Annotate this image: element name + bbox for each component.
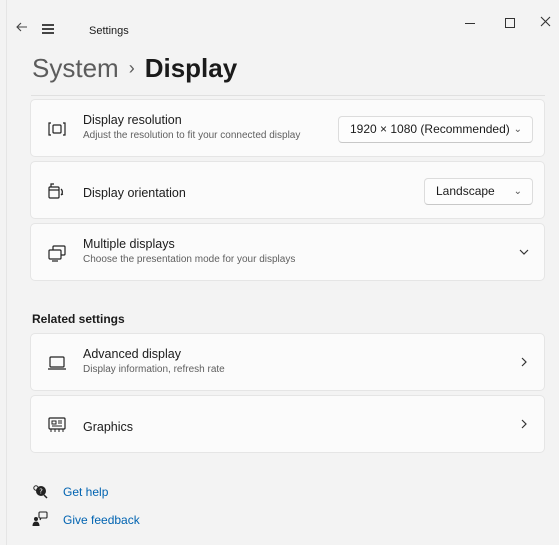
graphics-icon [47, 415, 67, 435]
multiple-displays-title: Multiple displays [83, 237, 175, 251]
minimize-icon[interactable] [455, 8, 485, 38]
chevron-down-icon: ⌄ [513, 186, 522, 197]
settings-window: Settings System › Display Display resoluti… [6, 0, 559, 545]
orientation-title: Display orientation [83, 186, 186, 200]
multiple-displays-subtitle: Choose the presentation mode for your di… [83, 254, 296, 265]
divider [31, 95, 545, 96]
advanced-display-text: Advanced display Display information, re… [83, 347, 225, 375]
chevron-down-icon[interactable] [518, 245, 530, 261]
resolution-text: Display resolution Adjust the resolution… [83, 113, 300, 141]
maximize-icon[interactable] [495, 8, 525, 38]
card-display-resolution: Display resolution Adjust the resolution… [30, 99, 545, 157]
hamburger-icon[interactable] [42, 24, 54, 34]
related-settings-heading: Related settings [32, 312, 125, 326]
chevron-right-icon[interactable] [518, 417, 530, 433]
svg-text:?: ? [39, 488, 43, 496]
app-title: Settings [89, 25, 129, 37]
resolution-title: Display resolution [83, 113, 182, 127]
resolution-icon [47, 119, 67, 139]
graphics-text: Graphics [83, 418, 133, 436]
breadcrumb: System › Display [32, 52, 237, 87]
orientation-value: Landscape [436, 184, 495, 198]
back-icon[interactable] [15, 20, 31, 36]
get-help-label[interactable]: Get help [63, 485, 108, 499]
resolution-subtitle: Adjust the resolution to fit your connec… [83, 130, 301, 141]
orientation-icon [47, 181, 67, 201]
close-icon[interactable] [530, 8, 559, 38]
multiple-displays-text: Multiple displays Choose the presentatio… [83, 237, 295, 265]
orientation-dropdown[interactable]: Landscape ⌄ [424, 178, 533, 205]
breadcrumb-parent[interactable]: System [32, 53, 119, 83]
card-graphics[interactable]: Graphics [30, 395, 545, 453]
breadcrumb-separator: › [128, 58, 135, 78]
help-icon: ? [32, 483, 48, 499]
chevron-right-icon[interactable] [518, 355, 530, 371]
chevron-down-icon: ⌄ [513, 124, 522, 135]
card-multiple-displays[interactable]: Multiple displays Choose the presentatio… [30, 223, 545, 281]
resolution-value: 1920 × 1080 (Recommended) [350, 122, 510, 136]
title-bar: Settings [7, 0, 559, 40]
monitor-icon [47, 353, 67, 373]
advanced-display-title: Advanced display [83, 347, 181, 361]
feedback-icon [32, 511, 48, 527]
resolution-dropdown[interactable]: 1920 × 1080 (Recommended) ⌄ [338, 116, 533, 143]
multiple-displays-icon [47, 243, 67, 263]
advanced-display-subtitle: Display information, refresh rate [83, 364, 225, 375]
card-display-orientation: Display orientation Landscape ⌄ [30, 161, 545, 219]
card-advanced-display[interactable]: Advanced display Display information, re… [30, 333, 545, 391]
page-title: Display [144, 53, 238, 83]
graphics-title: Graphics [83, 420, 134, 434]
orientation-text: Display orientation [83, 184, 186, 202]
give-feedback-label[interactable]: Give feedback [63, 513, 140, 527]
